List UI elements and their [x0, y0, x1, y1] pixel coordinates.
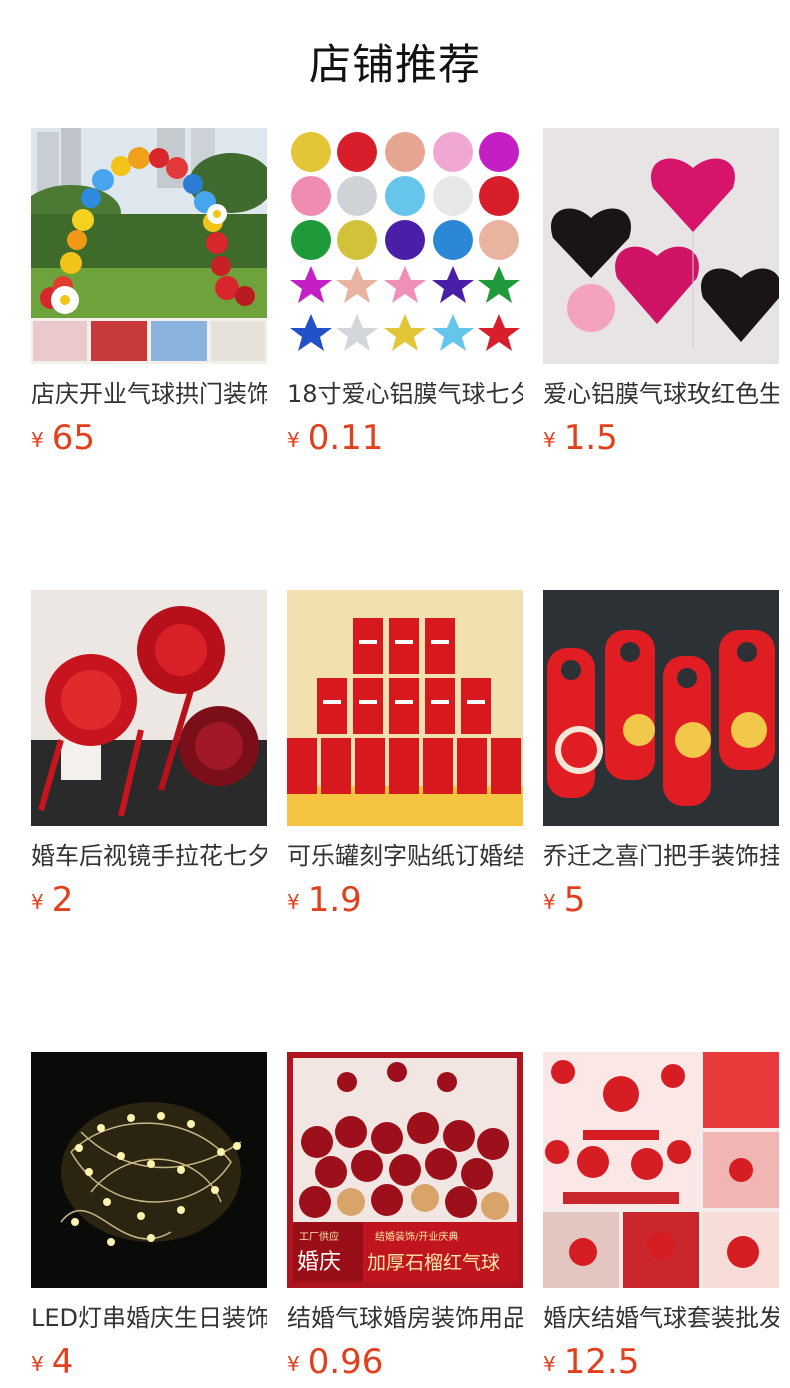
image-badge: 工厂供应	[299, 1232, 339, 1243]
love-heart-balloons-photo-icon	[543, 128, 779, 364]
price-value: 65	[51, 418, 95, 458]
price-value: 5	[563, 880, 586, 920]
foil-heart-star-balloons-photo-icon	[287, 128, 523, 364]
product-image[interactable]	[543, 590, 779, 826]
currency-symbol: ¥	[543, 1352, 556, 1376]
product-name[interactable]: 婚车后视镜手拉花七夕	[31, 840, 267, 872]
product-image[interactable]	[543, 1052, 779, 1288]
product-price: ¥0.11	[287, 418, 523, 458]
product-card[interactable]: 乔迁之喜门把手装饰挂牌 ¥5	[543, 590, 779, 920]
product-image[interactable]	[31, 590, 267, 826]
product-name[interactable]: 爱心铝膜气球玫红色生日	[543, 378, 779, 410]
product-price: ¥4	[31, 1342, 267, 1382]
product-price: ¥1.9	[287, 880, 523, 920]
image-badge-sub: 婚庆	[297, 1250, 342, 1275]
product-image[interactable]	[31, 1052, 267, 1288]
store-recommend-page: 店铺推荐 店庆开业气球拱门装饰 ¥ 65 18寸爱心铝膜气球七夕 ¥ 0.11 …	[0, 0, 790, 1382]
product-price: ¥0.96	[287, 1342, 523, 1382]
product-price: ¥1.5	[543, 418, 779, 458]
product-card[interactable]: 婚车后视镜手拉花七夕 ¥2	[31, 590, 267, 920]
door-hanger-photo-icon	[543, 590, 779, 826]
product-card[interactable]: 店庆开业气球拱门装饰 ¥65	[31, 128, 267, 458]
price-value: 1.5	[563, 418, 618, 458]
currency-symbol: ¥	[31, 428, 44, 452]
product-card[interactable]: 爱心铝膜气球玫红色生日 ¥1.5	[543, 128, 779, 458]
product-image[interactable]	[287, 590, 523, 826]
price-value: 1.9	[307, 880, 362, 920]
product-image[interactable]: 工厂供应 婚庆 结婚装饰/开业庆典 加厚石榴红气球	[287, 1052, 523, 1288]
product-card[interactable]: 工厂供应 婚庆 结婚装饰/开业庆典 加厚石榴红气球 结婚气球婚房装饰用品 ¥0.…	[287, 1052, 523, 1382]
product-price: ¥5	[543, 880, 779, 920]
price-value: 0.11	[307, 418, 384, 458]
currency-symbol: ¥	[31, 1352, 44, 1376]
product-image[interactable]	[31, 128, 267, 364]
currency-symbol: ¥	[31, 890, 44, 914]
product-card[interactable]: 18寸爱心铝膜气球七夕 ¥0.11	[287, 128, 523, 458]
red-pull-bow-photo-icon	[31, 590, 267, 826]
cola-can-stickers-photo-icon	[287, 590, 523, 826]
product-name[interactable]: 乔迁之喜门把手装饰挂牌	[543, 840, 779, 872]
product-grid: 店庆开业气球拱门装饰 ¥65 18寸爱心铝膜气球七夕 ¥ 0.11 爱心铝膜气球…	[31, 128, 779, 1382]
product-name[interactable]: 18寸爱心铝膜气球七夕	[287, 378, 523, 410]
product-name[interactable]: 婚庆结婚气球套装批发	[543, 1302, 779, 1334]
currency-symbol: ¥	[287, 890, 300, 914]
product-name[interactable]: 可乐罐刻字贴纸订婚结婚	[287, 840, 523, 872]
balloon-arch-photo-icon	[31, 128, 267, 364]
price-value: 2	[51, 880, 74, 920]
currency-symbol: ¥	[287, 1352, 300, 1376]
currency-symbol: ¥	[543, 890, 556, 914]
image-headline: 加厚石榴红气球	[367, 1252, 501, 1274]
led-string-lights-photo-icon	[31, 1052, 267, 1288]
image-tagline: 结婚装饰/开业庆典	[375, 1232, 459, 1243]
price-value: 12.5	[563, 1342, 640, 1382]
currency-symbol: ¥	[543, 428, 556, 452]
product-name[interactable]: 店庆开业气球拱门装饰	[31, 378, 267, 410]
product-price: ¥2	[31, 880, 267, 920]
product-price: ¥65	[31, 418, 267, 458]
product-image[interactable]	[543, 128, 779, 364]
product-name[interactable]: 结婚气球婚房装饰用品	[287, 1302, 523, 1334]
currency-symbol: ¥	[287, 428, 300, 452]
price-value: 0.96	[307, 1342, 384, 1382]
price-value: 4	[51, 1342, 74, 1382]
product-card[interactable]: 可乐罐刻字贴纸订婚结婚 ¥1.9	[287, 590, 523, 920]
product-image[interactable]	[287, 128, 523, 364]
product-card[interactable]: 婚庆结婚气球套装批发 ¥12.5	[543, 1052, 779, 1382]
section-title: 店铺推荐	[308, 40, 481, 89]
product-price: ¥12.5	[543, 1342, 779, 1382]
wedding-decor-set-photo-icon	[543, 1052, 779, 1288]
product-card[interactable]: LED灯串婚庆生日装饰 ¥4	[31, 1052, 267, 1382]
product-name[interactable]: LED灯串婚庆生日装饰	[31, 1302, 267, 1334]
